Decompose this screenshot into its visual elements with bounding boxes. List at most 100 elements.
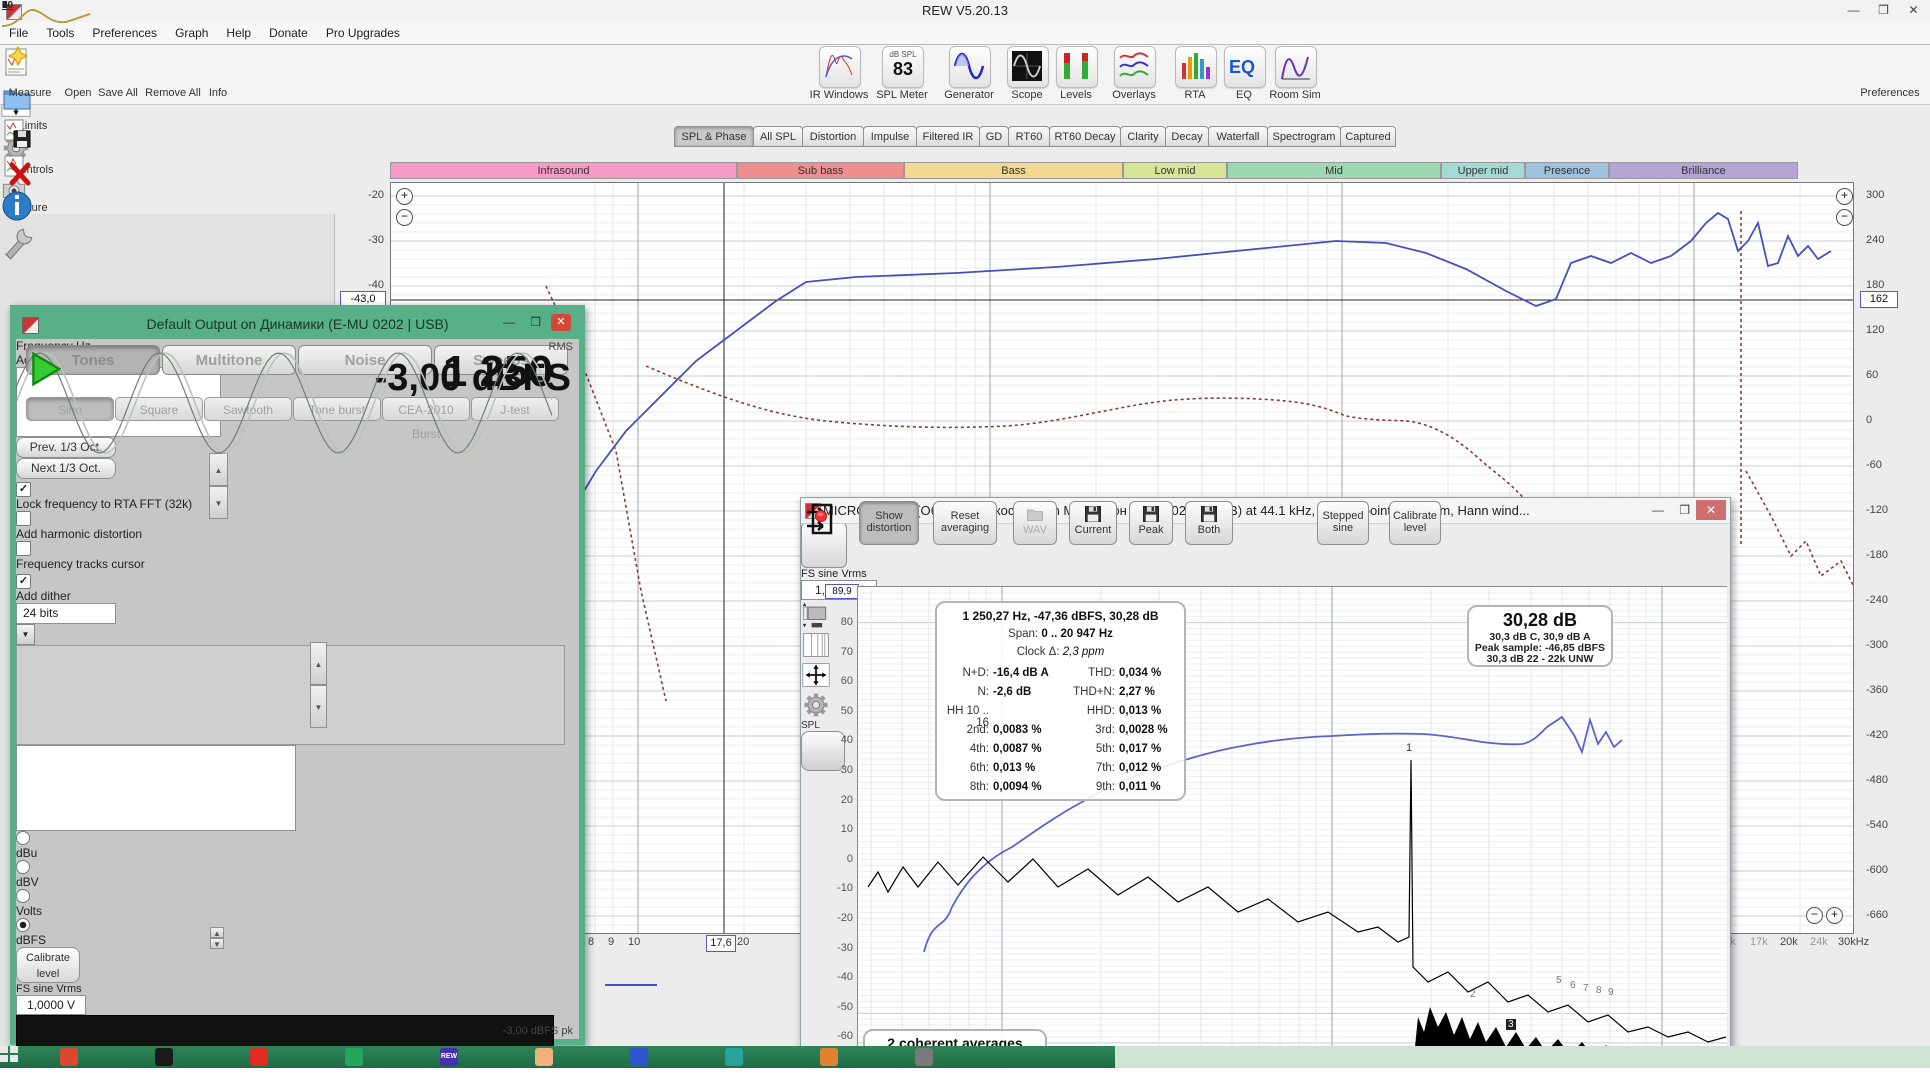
rta-y-tick: -60 (819, 1030, 853, 1042)
fs-sine-vrms-field[interactable]: 1,0000 V (16, 995, 86, 1015)
level-unit-radio[interactable] (16, 860, 30, 874)
remove-all-button[interactable] (0, 153, 36, 189)
taskbar-app-tile[interactable] (155, 1048, 173, 1066)
y-left-tick: -40 (344, 279, 384, 291)
generator-checkbox[interactable]: ✓ (16, 482, 31, 497)
rta-reset-averaging-button[interactable]: Reset averaging (933, 501, 997, 545)
dialog-restore-button[interactable]: ❐ (530, 315, 541, 329)
rta-info-label-right: 9th: (1059, 781, 1115, 793)
tab-impulse[interactable]: Impulse (863, 126, 917, 147)
rta-close-button[interactable]: ✕ (1696, 500, 1726, 520)
menu-help[interactable]: Help (217, 22, 260, 40)
rta-button[interactable] (1175, 46, 1217, 88)
taskbar-app-tile[interactable]: REW (440, 1048, 458, 1066)
save-all-button[interactable] (0, 117, 36, 153)
menu-donate[interactable]: Donate (260, 22, 317, 40)
generator-dialog-content: TonesMultitoneNoiseSweepsSineSquareSawto… (16, 339, 579, 1039)
rta-loopback-button[interactable] (801, 522, 847, 568)
menu-pro-upgrades[interactable]: Pro Upgrades (317, 22, 409, 40)
y-right-tick: -180 (1866, 549, 1904, 561)
record-icon (809, 504, 833, 528)
rta-both-button[interactable]: Both (1185, 501, 1233, 545)
tab-filtered-ir[interactable]: Filtered IR (916, 126, 980, 147)
generator-checkbox[interactable]: ✓ (16, 574, 31, 589)
rta-current-button[interactable]: Current (1069, 501, 1117, 545)
zoom-in-button-right[interactable]: + (1836, 188, 1853, 205)
rta-info-value-left: -2,6 dB (993, 686, 1059, 698)
generator-dialog-titlebar[interactable]: Default Output on Динамики (E-MU 0202 | … (16, 311, 579, 339)
taskbar-app-tile[interactable] (60, 1048, 78, 1066)
range-zoom-in-button[interactable]: + (1826, 907, 1843, 924)
y-right-tick: -120 (1866, 504, 1904, 516)
tab-spl-phase[interactable]: SPL & Phase (674, 126, 754, 147)
rta-show-distortion-button[interactable]: Show distortion (859, 501, 919, 545)
room-sim-button[interactable] (1275, 46, 1317, 88)
taskbar-app-tile[interactable] (630, 1048, 648, 1066)
generator-checkbox-label: Frequency tracks cursor (16, 557, 579, 571)
level-unit-radio[interactable] (16, 831, 30, 845)
tab-captured[interactable]: Captured (1340, 126, 1396, 147)
menu-graph[interactable]: Graph (166, 22, 217, 40)
level-unit-radio[interactable] (16, 889, 30, 903)
y-right-tick: -420 (1866, 729, 1904, 741)
overlays-icon (1117, 49, 1151, 83)
dialog-minimize-button[interactable]: — (503, 315, 515, 329)
zoom-in-button[interactable]: + (396, 188, 413, 205)
dialog-close-button[interactable]: ✕ (551, 314, 571, 331)
zoom-out-button[interactable]: − (396, 209, 413, 226)
info-button[interactable] (0, 189, 36, 225)
spl-meter-button[interactable]: dB SPL83 (882, 46, 924, 88)
rta-minimize-button[interactable]: — (1652, 503, 1664, 517)
calibrate-level-button[interactable]: Calibrate level (16, 947, 80, 983)
tab-rt60[interactable]: RT60 (1008, 126, 1050, 147)
taskbar-app-tile[interactable] (250, 1048, 268, 1066)
toolbar-label: IR Windows (805, 89, 873, 101)
dither-bits-arrow-icon[interactable]: ▼ (16, 624, 35, 645)
level-spin-up-icon[interactable]: ▲ (310, 642, 327, 685)
maximize-button[interactable]: ❐ (1869, 0, 1898, 21)
generator-checkbox[interactable] (16, 511, 31, 526)
ir-windows-button[interactable] (819, 46, 861, 88)
taskbar-app-tile[interactable] (345, 1048, 363, 1066)
spl-limit-spin-down-icon[interactable]: ▼ (210, 938, 224, 949)
menu-preferences[interactable]: Preferences (83, 22, 166, 40)
frequency-spin-down-icon[interactable]: ▼ (209, 486, 228, 519)
level-unit-radio[interactable] (16, 918, 30, 932)
taskbar-app-tile[interactable] (915, 1048, 933, 1066)
tab-distortion[interactable]: Distortion (802, 126, 864, 147)
rta-calibrate-level-button[interactable]: Calibrate level (1389, 501, 1441, 545)
levels-button[interactable] (1056, 46, 1098, 88)
level-spin-down-icon[interactable]: ▼ (310, 685, 327, 728)
dither-bits-select[interactable]: 24 bits (16, 603, 116, 624)
range-zoom-out-button[interactable]: − (1806, 907, 1823, 924)
overlays-button[interactable] (1114, 46, 1156, 88)
scope-button[interactable] (1007, 46, 1049, 88)
taskbar-app-tile[interactable] (820, 1048, 838, 1066)
level-field[interactable]: RMS-3,00 dBFS-3,00 dBFS pk (16, 745, 296, 831)
rta-stepped-sine-button[interactable]: Stepped sine (1317, 501, 1369, 545)
spl-limit-spin-up-icon[interactable]: ▲ (210, 927, 224, 938)
tab-spectrogram[interactable]: Spectrogram (1267, 126, 1341, 147)
taskbar-app-tile[interactable] (535, 1048, 553, 1066)
generator-button[interactable] (949, 46, 991, 88)
tab-decay[interactable]: Decay (1165, 126, 1209, 147)
measure-button[interactable] (0, 45, 36, 81)
tab-waterfall[interactable]: Waterfall (1208, 126, 1268, 147)
tab-gd[interactable]: GD (979, 126, 1009, 147)
close-button[interactable]: ✕ (1899, 0, 1928, 21)
generator-checkbox[interactable] (16, 541, 31, 556)
rta-peak-button[interactable]: Peak (1129, 501, 1173, 545)
rta-y-tick: 20 (819, 794, 853, 806)
rta-info-label-left: 2nd: (937, 724, 989, 736)
minimize-button[interactable]: — (1839, 0, 1868, 21)
tab-all-spl[interactable]: All SPL (753, 126, 803, 147)
eq-button[interactable]: EQ (1224, 46, 1266, 88)
taskbar-app-tile[interactable] (725, 1048, 743, 1066)
zoom-out-button-right[interactable]: − (1836, 209, 1853, 226)
rta-maximize-button[interactable]: ❐ (1679, 503, 1690, 517)
preferences-button[interactable] (0, 225, 36, 265)
rta-wav-button[interactable]: WAV (1013, 501, 1057, 545)
start-button[interactable] (0, 1046, 18, 1062)
tab-clarity[interactable]: Clarity (1120, 126, 1166, 147)
tab-rt60-decay[interactable]: RT60 Decay (1049, 126, 1121, 147)
